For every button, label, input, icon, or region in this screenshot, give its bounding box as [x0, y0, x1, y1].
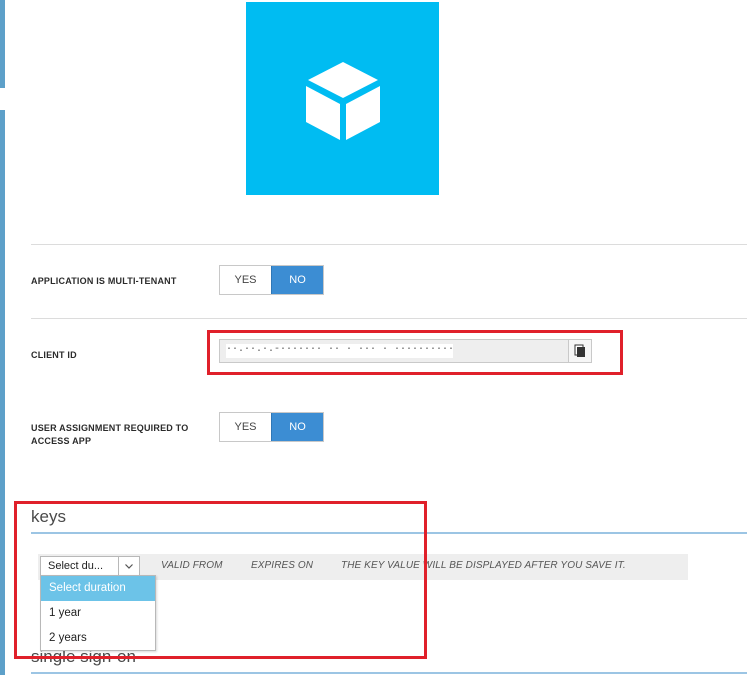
left-accent-bar-bottom	[0, 110, 5, 675]
left-accent-bar-top	[0, 0, 5, 88]
user-assignment-toggle: YES NO	[219, 412, 324, 442]
cube-icon	[306, 62, 380, 140]
user-assignment-no-option[interactable]: NO	[271, 413, 323, 441]
multi-tenant-no-option[interactable]: NO	[271, 266, 323, 294]
multi-tenant-yes-option[interactable]: YES	[220, 266, 271, 294]
keys-highlight-box	[14, 501, 427, 659]
multi-tenant-label: APPLICATION IS MULTI-TENANT	[31, 276, 177, 286]
app-tile	[246, 2, 439, 195]
user-assignment-yes-option[interactable]: YES	[220, 413, 271, 441]
divider	[31, 244, 747, 245]
sso-divider	[31, 672, 747, 674]
multi-tenant-toggle: YES NO	[219, 265, 324, 295]
client-id-highlight-box	[207, 330, 623, 375]
client-id-label: CLIENT ID	[31, 350, 77, 360]
divider	[31, 318, 747, 319]
user-assignment-label: USER ASSIGNMENT REQUIRED TO ACCESS APP	[31, 423, 189, 446]
